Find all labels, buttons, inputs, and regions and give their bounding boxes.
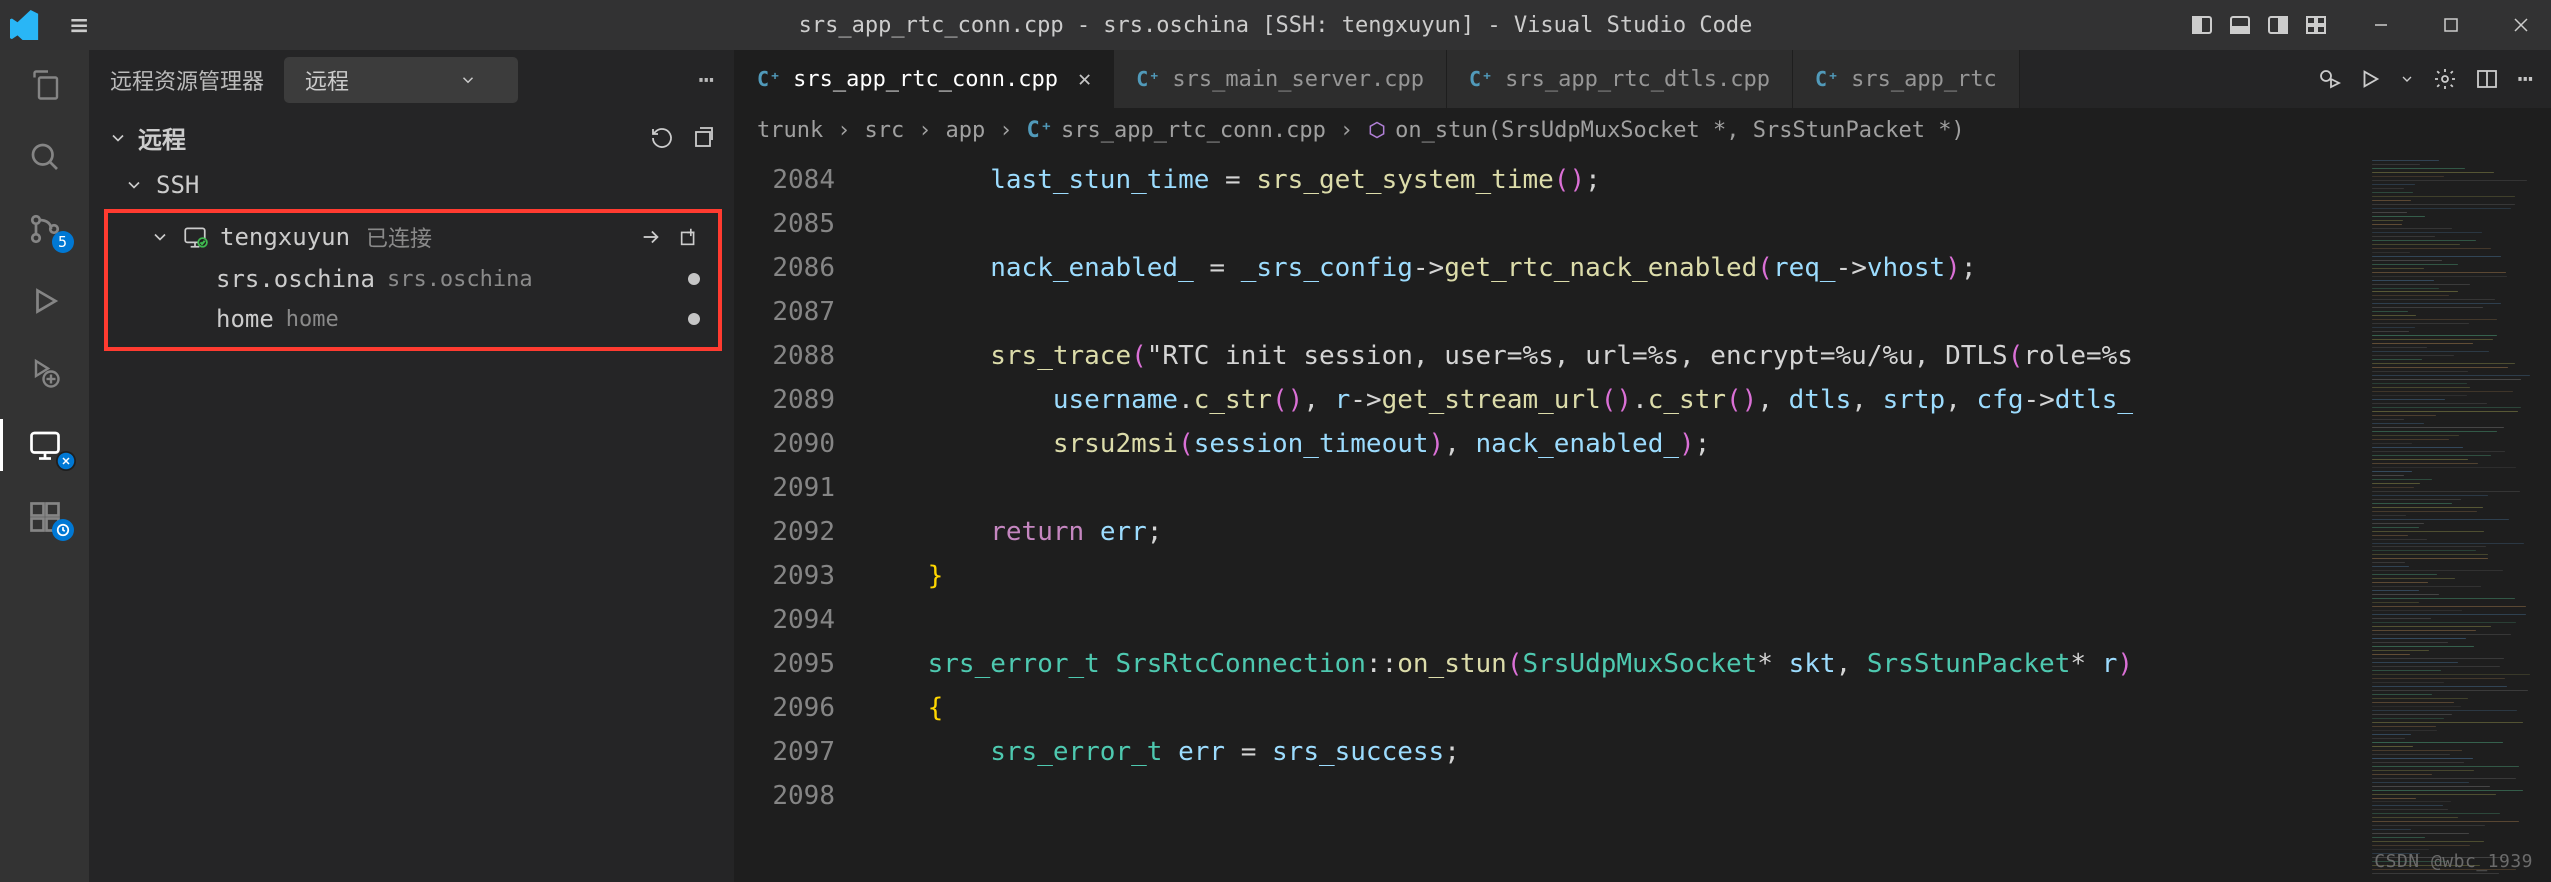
maximize-button[interactable] — [2431, 10, 2471, 40]
symbol-method-icon — [1367, 120, 1387, 140]
activity-source-control[interactable]: 5 — [20, 209, 70, 249]
ssh-host-row[interactable]: tengxuyun 已连接 — [108, 215, 718, 259]
editor-group: C⁺ srs_app_rtc_conn.cpp ✕ C⁺ srs_main_se… — [735, 50, 2551, 882]
layout-primary-icon[interactable] — [2189, 12, 2215, 38]
tab[interactable]: C⁺ srs_main_server.cpp — [1114, 50, 1447, 108]
breadcrumb-seg: src — [864, 118, 904, 143]
activity-bar: 5 — [0, 50, 90, 882]
current-indicator-icon — [688, 313, 700, 325]
chevron-down-icon — [108, 128, 128, 148]
breadcrumb-seg: C⁺srs_app_rtc_conn.cpp — [1026, 118, 1325, 143]
chevron-down-icon — [124, 175, 144, 195]
menu-icon[interactable]: ≡ — [70, 8, 88, 43]
tab[interactable]: C⁺ srs_app_rtc — [1793, 50, 2020, 108]
titlebar-left: ≡ — [10, 8, 88, 43]
breadcrumbs[interactable]: trunk › src › app › C⁺srs_app_rtc_conn.c… — [735, 108, 2551, 152]
layout-panel-icon[interactable] — [2227, 12, 2253, 38]
sidebar-more-icon[interactable]: ⋯ — [698, 65, 714, 95]
cpp-file-icon: C⁺ — [1136, 67, 1160, 91]
code-area: 2084208520862087208820892090209120922093… — [735, 152, 2551, 882]
breadcrumb-seg: app — [945, 118, 985, 143]
editor-actions: ⋯ — [2299, 50, 2551, 108]
breadcrumb-seg: trunk — [757, 118, 823, 143]
ssh-host-status: 已连接 — [366, 221, 432, 253]
activity-search[interactable] — [20, 137, 70, 177]
minimize-button[interactable] — [2361, 10, 2401, 40]
folder-name: home — [216, 305, 274, 333]
main: 5 远程资源管理器 远程 ⋯ — [0, 50, 2551, 882]
current-indicator-icon — [688, 273, 700, 285]
code-editor[interactable]: last_stun_time = srs_get_system_time(); … — [865, 152, 2366, 882]
more-icon[interactable]: ⋯ — [2517, 64, 2533, 94]
titlebar-right — [2189, 10, 2541, 40]
sidebar-title: 远程资源管理器 — [110, 64, 264, 96]
highlight-box: tengxuyun 已连接 srs.oschina srs.oschina — [104, 209, 722, 351]
window-controls — [2361, 10, 2541, 40]
remote-folder-row[interactable]: srs.oschina srs.oschina — [108, 259, 718, 299]
ssh-label: SSH — [156, 171, 199, 199]
breadcrumb-seg: on_stun(SrsUdpMuxSocket *, SrsStunPacket… — [1367, 118, 1965, 143]
activity-remote-explorer[interactable] — [20, 425, 70, 465]
cpp-file-icon: C⁺ — [1026, 118, 1053, 143]
sidebar-header: 远程资源管理器 远程 ⋯ — [90, 50, 734, 110]
refresh-icon[interactable] — [650, 126, 674, 150]
split-editor-icon[interactable] — [2475, 67, 2499, 91]
remote-target-select[interactable]: 远程 — [284, 57, 518, 103]
close-icon[interactable]: ✕ — [1078, 67, 1091, 92]
cpp-file-icon: C⁺ — [1815, 67, 1839, 91]
cpp-file-icon: C⁺ — [757, 67, 781, 91]
watermark: CSDN @wbc_1939 — [2374, 851, 2533, 872]
extensions-badge-icon — [52, 519, 74, 541]
tab-label: srs_app_rtc_conn.cpp — [793, 67, 1058, 92]
sidebar: 远程资源管理器 远程 ⋯ 远程 SSH — [90, 50, 735, 882]
title-bar: ≡ srs_app_rtc_conn.cpp - srs.oschina [SS… — [0, 0, 2551, 50]
tab[interactable]: C⁺ srs_app_rtc_dtls.cpp — [1447, 50, 1793, 108]
layout-grid-icon[interactable] — [2303, 12, 2329, 38]
line-gutter: 2084208520862087208820892090209120922093… — [735, 152, 865, 882]
scm-badge: 5 — [52, 231, 74, 253]
remote-indicator-icon — [56, 451, 76, 471]
chevron-down-icon — [459, 71, 477, 89]
new-window-icon[interactable] — [692, 126, 716, 150]
remote-tree: SSH tengxuyun 已连接 — [90, 165, 734, 351]
activity-explorer[interactable] — [20, 65, 70, 105]
layout-secondary-icon[interactable] — [2265, 12, 2291, 38]
minimap[interactable] — [2366, 152, 2551, 882]
tab-label: srs_main_server.cpp — [1172, 67, 1424, 92]
close-button[interactable] — [2501, 10, 2541, 40]
folder-desc: srs.oschina — [387, 267, 533, 292]
ssh-group-row[interactable]: SSH — [90, 165, 734, 205]
remote-section-label: 远程 — [138, 120, 186, 155]
vscode-logo-icon — [10, 10, 40, 40]
cpp-file-icon: C⁺ — [1469, 67, 1493, 91]
remote-host-icon — [182, 224, 208, 250]
tab-active[interactable]: C⁺ srs_app_rtc_conn.cpp ✕ — [735, 50, 1114, 108]
new-remote-window-icon[interactable] — [678, 226, 700, 248]
chevron-right-icon: › — [1340, 118, 1353, 143]
remote-section-header[interactable]: 远程 — [90, 110, 734, 165]
ssh-host-name: tengxuyun — [220, 223, 350, 251]
editor-tabs: C⁺ srs_app_rtc_conn.cpp ✕ C⁺ srs_main_se… — [735, 50, 2551, 108]
activity-extensions[interactable] — [20, 497, 70, 537]
activity-debug-alt[interactable] — [20, 353, 70, 393]
chevron-right-icon: › — [918, 118, 931, 143]
tab-label: srs_app_rtc_dtls.cpp — [1505, 67, 1770, 92]
remote-folder-row[interactable]: home home — [108, 299, 718, 339]
remote-target-label: 远程 — [305, 64, 349, 96]
folder-desc: home — [286, 307, 339, 332]
folder-name: srs.oschina — [216, 265, 375, 293]
chevron-right-icon: › — [837, 118, 850, 143]
connect-arrow-icon[interactable] — [640, 226, 662, 248]
window-title: srs_app_rtc_conn.cpp - srs.oschina [SSH:… — [799, 13, 1753, 38]
tab-label: srs_app_rtc — [1851, 67, 1997, 92]
chevron-down-icon — [150, 227, 170, 247]
gear-icon[interactable] — [2433, 67, 2457, 91]
activity-run-debug[interactable] — [20, 281, 70, 321]
chevron-down-icon[interactable] — [2399, 71, 2415, 87]
debug-config-icon[interactable] — [2317, 67, 2341, 91]
chevron-right-icon: › — [999, 118, 1012, 143]
run-icon[interactable] — [2359, 68, 2381, 90]
